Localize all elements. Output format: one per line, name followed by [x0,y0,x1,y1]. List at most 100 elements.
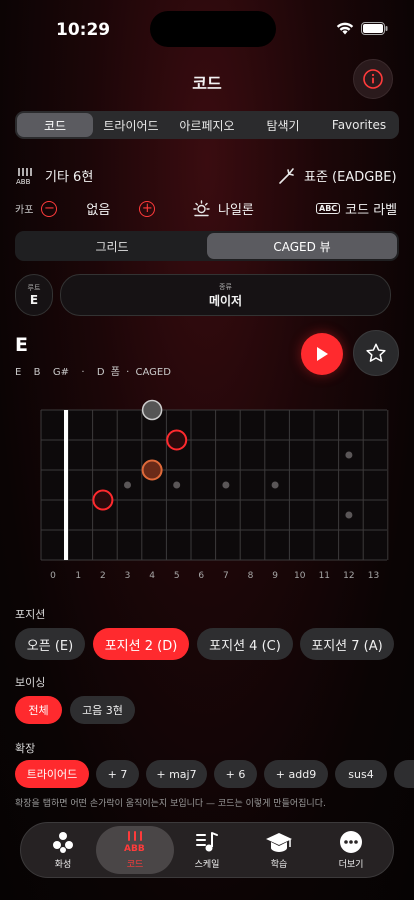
tuning-fork-icon [279,167,294,184]
fret-inlay [124,481,131,489]
position-4[interactable]: 포지션 4 (C) [197,628,293,660]
fret-inlay [271,481,279,489]
fret-number: 4 [149,571,155,581]
fret-number: 9 [272,571,278,581]
play-icon [317,347,328,361]
type-label: 종류 [219,282,232,291]
tab-chord[interactable]: 코드 [17,113,93,137]
battery-icon [361,22,388,35]
more-icon [340,831,362,853]
root-label: 루트 [27,284,41,292]
info-button[interactable] [353,59,393,99]
abc-icon: ABC [316,203,341,214]
fret-number: 10 [294,571,306,581]
tab-explorer[interactable]: 탐색기 [245,113,321,137]
play-button[interactable] [301,333,343,375]
status-icons [336,22,388,35]
wifi-icon [336,22,354,35]
extension-sus4[interactable]: sus4 [335,760,387,788]
instrument-selector[interactable]: ABB 기타 6현 [15,166,93,185]
status-time: 10:29 [56,20,111,40]
fret-inlay [345,511,353,519]
info-icon [363,69,383,89]
chord-label-toggle[interactable]: ABC 코드 라벨 [316,199,397,218]
fret-number: 5 [174,571,180,581]
extension-7[interactable]: + 7 [96,760,139,788]
chord-tab-icon: ABB [124,831,145,854]
chord-name: E [15,334,28,356]
string-type-label: 나일론 [218,203,254,218]
extension-triad[interactable]: 트라이어드 [15,760,89,788]
grid-view-button[interactable]: 그리드 [17,233,207,259]
fret-number: 2 [100,571,106,581]
tab-arpeggio[interactable]: 아르페지오 [169,113,245,137]
root-picker[interactable]: 루트 E [15,274,53,316]
extension-maj7[interactable]: + maj7 [146,760,207,788]
tabbar-chord[interactable]: ABB 코드 [110,822,160,878]
favorite-button[interactable] [353,330,399,376]
capo-control: 카포 − 없음 + [15,199,156,218]
chord-label-text: 코드 라벨 [345,203,398,218]
fret-number: 3 [125,571,131,581]
fret-number: 7 [223,571,229,581]
tuning-selector[interactable]: 표준 (EADGBE) [278,166,397,185]
voicing-all[interactable]: 전체 [15,696,62,724]
fret-number: 6 [198,571,204,581]
fret-inlay [222,481,230,489]
fret-number: 12 [343,571,354,581]
chord-note-marker [92,489,114,511]
position-2[interactable]: 포지션 2 (D) [93,628,189,660]
capo-label: 카포 [15,205,34,216]
capo-value: 없음 [86,203,111,218]
svg-text:ABB: ABB [124,844,145,854]
tabbar-more[interactable]: 더보기 [326,822,376,878]
instrument-label: 기타 6현 [45,170,94,185]
fret-number: 8 [248,571,254,581]
extension-more[interactable] [394,760,414,788]
chord-note-marker [166,429,188,451]
svg-text:ABB: ABB [16,178,31,185]
tabbar-chord-label: 코드 [126,860,144,870]
string-type-selector[interactable]: 나일론 [193,199,254,218]
fret-inlay [173,481,181,489]
graduation-cap-icon [266,833,292,852]
chord-note-marker [141,459,163,481]
root-value: E [29,293,39,307]
voicing-top3[interactable]: 고음 3현 [70,696,135,724]
page-title: 코드 [192,74,222,93]
voicing-label: 보이싱 [15,676,46,689]
tab-triad[interactable]: 트라이어드 [93,113,169,137]
tabbar-harmony[interactable]: 화성 [38,822,88,878]
fret-number: 13 [368,571,379,581]
fret-number: 1 [75,571,81,581]
fret-number: 0 [50,571,56,581]
harmony-icon [53,832,73,853]
extension-add9[interactable]: + add9 [264,760,328,788]
capo-increase-button[interactable]: + [139,200,156,217]
view-toggle: 그리드 CAGED 뷰 [15,231,399,261]
extension-6[interactable]: + 6 [214,760,257,788]
position-7[interactable]: 포지션 7 (A) [300,628,394,660]
capo-decrease-button[interactable]: − [41,200,58,217]
chord-notes: E B G# · D 폼 · CAGED [15,367,171,378]
tab-favorites[interactable]: Favorites [321,113,397,137]
hint-text: 확장을 탭하면 어떤 손가락이 움직이는지 보입니다 — 코드는 이렇게 만들어… [15,799,326,809]
chord-type-picker[interactable]: 종류 메이저 [60,274,391,316]
tabbar-harmony-label: 화성 [54,860,72,870]
extensions-label: 확장 [15,742,36,755]
tabbar-learn[interactable]: 학습 [254,822,304,878]
position-open[interactable]: 오픈 (E) [15,628,85,660]
mode-tabs: 코드 트라이어드 아르페지오 탐색기 Favorites [15,111,399,139]
caged-view-button[interactable]: CAGED 뷰 [207,233,397,259]
tuning-label: 표준 (EADGBE) [304,170,397,185]
tabbar-scale[interactable]: 스케일 [182,822,232,878]
type-value: 메이저 [208,293,243,308]
fretboard-diagram: 0 1 2 3 4 5 6 7 8 9 10 11 12 13 [40,399,389,581]
tabbar-learn-label: 학습 [270,860,288,870]
star-icon [366,343,386,362]
dynamic-island [150,11,276,47]
fret-number: 11 [319,571,330,581]
guitar-strings-icon: ABB [16,167,32,185]
positions-label: 포지션 [15,608,46,621]
tabbar-more-label: 더보기 [338,860,364,870]
